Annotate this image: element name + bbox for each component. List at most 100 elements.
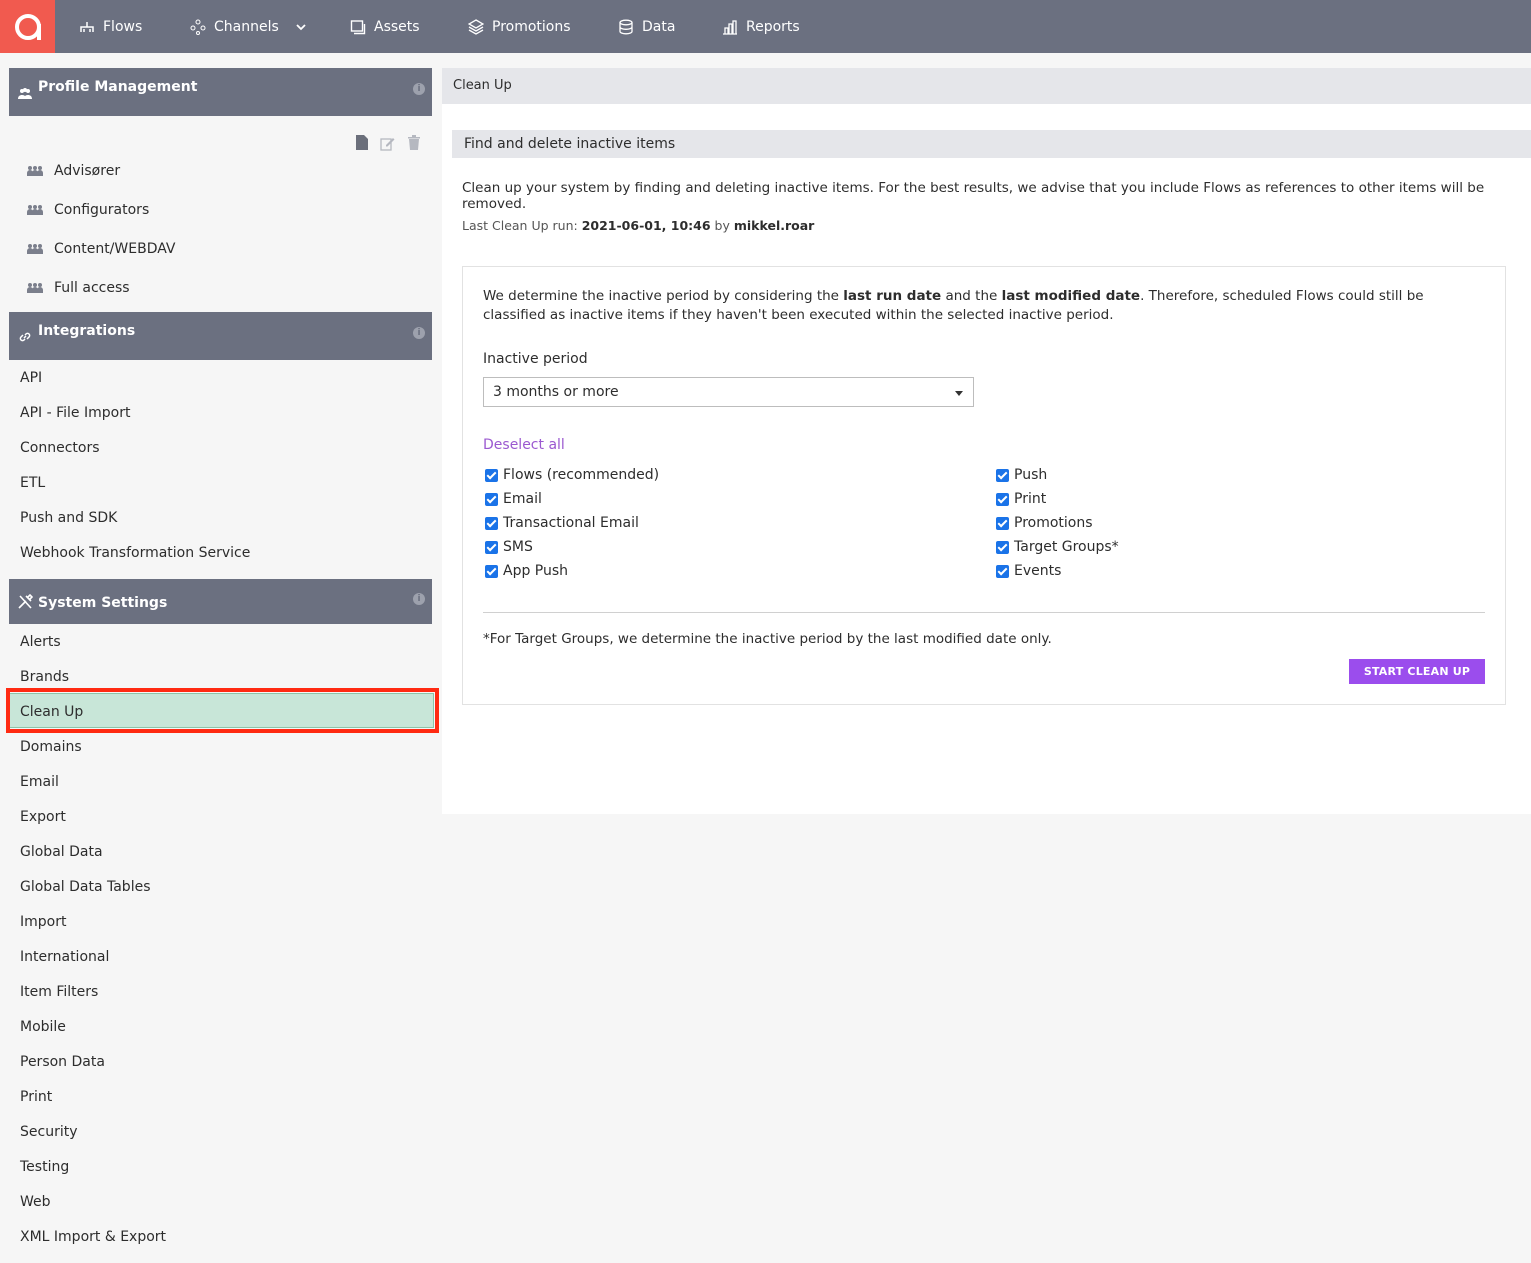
reports-icon xyxy=(723,19,737,35)
sidebar-item-push-and-sdk[interactable]: Push and SDK xyxy=(20,508,117,528)
checkbox-checked-icon[interactable] xyxy=(996,468,1009,482)
profile-item[interactable]: Configurators xyxy=(27,200,149,220)
nav-flows-label: Flows xyxy=(103,18,143,35)
integrations-header[interactable]: Integrations i xyxy=(9,312,432,360)
checkbox-label: Promotions xyxy=(1014,515,1093,531)
profile-management-header[interactable]: Profile Management i xyxy=(9,68,432,116)
checkbox-promotions[interactable]: Promotions xyxy=(996,514,1093,532)
promotions-icon xyxy=(468,18,484,35)
breadcrumb: Clean Up xyxy=(442,68,1531,104)
sidebar-item-international[interactable]: International xyxy=(20,947,109,967)
inactive-period-label: Inactive period xyxy=(483,351,588,367)
target-groups-footnote: *For Target Groups, we determine the ina… xyxy=(483,631,1052,647)
nav-channels[interactable]: Channels xyxy=(190,0,307,53)
link-icon xyxy=(19,332,31,342)
sidebar-item-global-data-tables[interactable]: Global Data Tables xyxy=(20,877,150,897)
sidebar-item-api-file-import[interactable]: API - File Import xyxy=(20,403,130,423)
checkbox-label: SMS xyxy=(503,539,533,555)
checkbox-label: Target Groups* xyxy=(1014,539,1119,555)
profile-item-label: Content/WEBDAV xyxy=(54,241,176,257)
edit-icon[interactable] xyxy=(380,136,395,151)
profile-item[interactable]: Full access xyxy=(27,278,130,298)
caret-down-icon xyxy=(955,391,963,396)
info-icon[interactable]: i xyxy=(413,83,425,95)
explanation-text: and the xyxy=(941,288,1002,304)
sidebar-item-item-filters[interactable]: Item Filters xyxy=(20,982,98,1002)
system-settings-header[interactable]: System Settings i xyxy=(9,579,432,624)
sidebar-item-etl[interactable]: ETL xyxy=(20,473,45,493)
sidebar-item-xml-import-export[interactable]: XML Import & Export xyxy=(20,1227,166,1247)
profile-item-label: Configurators xyxy=(54,202,150,218)
sidebar-item-security[interactable]: Security xyxy=(20,1122,78,1142)
nav-assets-label: Assets xyxy=(374,18,420,35)
checkbox-checked-icon[interactable] xyxy=(485,540,498,554)
checkbox-checked-icon[interactable] xyxy=(485,564,498,578)
inactive-period-select[interactable]: 3 months or more xyxy=(483,377,974,407)
checkbox-checked-icon[interactable] xyxy=(485,468,498,482)
checkbox-label: App Push xyxy=(503,563,569,579)
sidebar-item-global-data[interactable]: Global Data xyxy=(20,842,103,862)
sidebar-item-web[interactable]: Web xyxy=(20,1192,51,1212)
profile-item-label: Advisører xyxy=(54,163,121,179)
app-logo[interactable] xyxy=(0,0,55,53)
profile-item[interactable]: Advisører xyxy=(27,161,120,181)
logo-a-icon xyxy=(14,13,41,40)
sidebar-item-api[interactable]: API xyxy=(20,368,42,388)
delete-icon[interactable] xyxy=(408,135,420,150)
people-icon xyxy=(18,88,32,99)
sidebar-item-print[interactable]: Print xyxy=(20,1087,52,1107)
people-icon xyxy=(27,205,43,215)
data-icon xyxy=(619,19,633,34)
system-settings-title: System Settings xyxy=(38,595,168,611)
info-icon[interactable]: i xyxy=(413,593,425,605)
checkbox-checked-icon[interactable] xyxy=(485,516,498,530)
nav-data-label: Data xyxy=(642,18,676,35)
sidebar-item-clean-up[interactable]: Clean Up xyxy=(20,702,83,722)
checkbox-checked-icon[interactable] xyxy=(996,516,1009,530)
checkbox-transactional-email[interactable]: Transactional Email xyxy=(485,514,639,532)
inactive-period-explanation: We determine the inactive period by cons… xyxy=(483,287,1483,325)
last-run-datetime: 2021-06-01, 10:46 xyxy=(581,218,711,233)
checkbox-events[interactable]: Events xyxy=(996,562,1061,580)
checkbox-sms[interactable]: SMS xyxy=(485,538,533,556)
profile-item[interactable]: Content/WEBDAV xyxy=(27,239,175,259)
sidebar-item-connectors[interactable]: Connectors xyxy=(20,438,100,458)
start-clean-up-button[interactable]: START CLEAN UP xyxy=(1349,659,1485,684)
checkbox-checked-icon[interactable] xyxy=(996,564,1009,578)
nav-promotions[interactable]: Promotions xyxy=(468,0,571,53)
checkbox-checked-icon[interactable] xyxy=(996,540,1009,554)
profile-management-title: Profile Management xyxy=(38,79,198,95)
nav-channels-label: Channels xyxy=(214,18,279,35)
checkbox-checked-icon[interactable] xyxy=(996,492,1009,506)
sidebar-item-domains[interactable]: Domains xyxy=(20,737,82,757)
checkbox-target-groups[interactable]: Target Groups* xyxy=(996,538,1119,556)
deselect-all-link[interactable]: Deselect all xyxy=(483,437,565,453)
last-run-by: by xyxy=(714,218,730,233)
nav-data[interactable]: Data xyxy=(618,0,675,53)
checkbox-app-push[interactable]: App Push xyxy=(485,562,568,580)
chevron-down-icon xyxy=(296,23,306,30)
sidebar-item-alerts[interactable]: Alerts xyxy=(20,632,61,652)
checkbox-print[interactable]: Print xyxy=(996,490,1046,508)
sidebar-item-person-data[interactable]: Person Data xyxy=(20,1052,105,1072)
sidebar-item-webhook[interactable]: Webhook Transformation Service xyxy=(20,543,250,563)
checkbox-flows[interactable]: Flows (recommended) xyxy=(485,466,659,484)
sidebar-item-brands[interactable]: Brands xyxy=(20,667,69,687)
flows-icon xyxy=(80,21,94,32)
nav-flows[interactable]: Flows xyxy=(79,0,142,53)
checkbox-email[interactable]: Email xyxy=(485,490,542,508)
sidebar-item-import[interactable]: Import xyxy=(20,912,66,932)
new-document-icon[interactable] xyxy=(356,135,368,150)
sidebar-item-testing[interactable]: Testing xyxy=(20,1157,69,1177)
divider xyxy=(483,612,1485,613)
sidebar-item-export[interactable]: Export xyxy=(20,807,66,827)
people-icon xyxy=(27,244,43,254)
checkbox-checked-icon[interactable] xyxy=(485,492,498,506)
nav-reports[interactable]: Reports xyxy=(722,0,800,53)
info-icon[interactable]: i xyxy=(413,327,425,339)
sidebar-item-mobile[interactable]: Mobile xyxy=(20,1017,66,1037)
nav-assets[interactable]: Assets xyxy=(350,0,420,53)
checkbox-push[interactable]: Push xyxy=(996,466,1047,484)
assets-icon xyxy=(350,19,366,34)
sidebar-item-email[interactable]: Email xyxy=(20,772,59,792)
